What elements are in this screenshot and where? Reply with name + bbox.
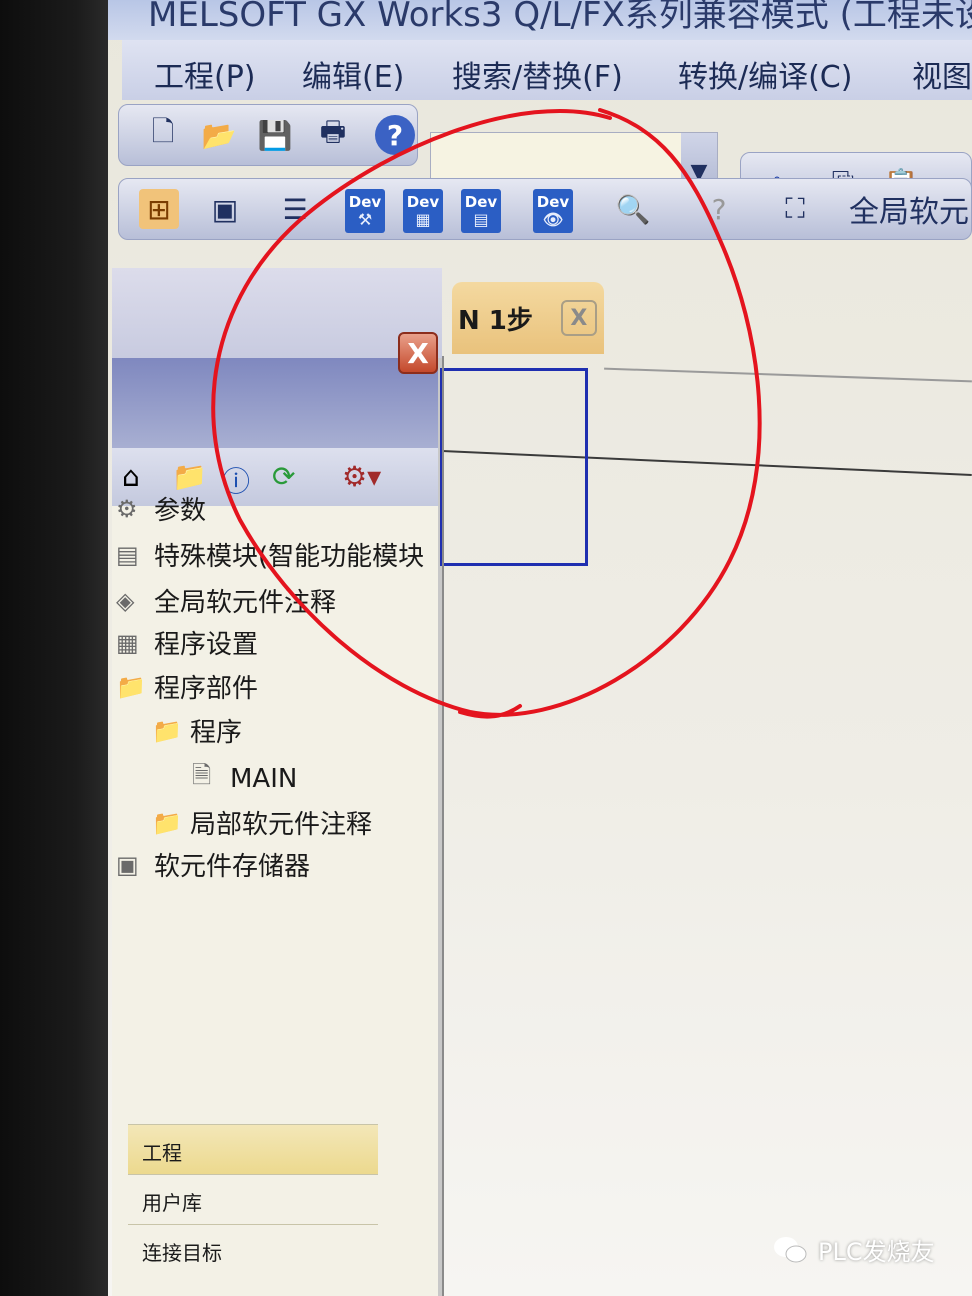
info-icon[interactable]: ⓘ xyxy=(222,460,250,500)
tab-user-library[interactable]: 用户库 xyxy=(128,1174,378,1224)
module-icon: ▤ xyxy=(116,540,139,569)
menu-view[interactable]: 视图 xyxy=(912,52,972,96)
menu-convert-compile[interactable]: 转换/编译(C) xyxy=(678,52,852,96)
tree-item-program-setting[interactable]: ▦ 程序设置 xyxy=(116,624,258,661)
navigation-panel: X ⌂ 📁 ⓘ ⟳ ⚙▾ ⚙ 参数 ▤ 特殊模块(智能功能模块 ◈ 全局软元件注释 ▦… xyxy=(112,268,442,1296)
refresh-icon[interactable]: ⟳ xyxy=(272,460,295,493)
menu-project[interactable]: 工程(P) xyxy=(154,52,256,96)
tab-main-program[interactable]: N 1步 X xyxy=(452,282,604,354)
memory-icon: ▣ xyxy=(116,850,139,879)
program-file-icon: 🗎 xyxy=(192,761,212,789)
tab-project[interactable]: 工程 xyxy=(128,1124,378,1174)
tree-item-program-parts[interactable]: 📁 程序部件 xyxy=(116,668,258,705)
setting-icon: ▦ xyxy=(116,628,139,657)
tree-item-special-module[interactable]: ▤ 特殊模块(智能功能模块 xyxy=(116,536,424,573)
cpu-module-icon[interactable]: ▣ xyxy=(205,189,245,229)
device-monitor-icon[interactable]: Dev ▦ xyxy=(403,189,443,233)
close-icon[interactable]: X xyxy=(560,300,597,336)
navigation-title-strip xyxy=(112,358,438,448)
window-title: MELSOFT GX Works3 Q/L/FX系列兼容模式 (工程未设 xyxy=(108,0,972,40)
home-icon[interactable]: ⌂ xyxy=(122,460,140,493)
save-icon[interactable]: 💾 xyxy=(255,115,295,155)
ladder-cursor[interactable] xyxy=(440,368,588,566)
help-icon[interactable]: ? xyxy=(375,115,415,155)
comment-icon: ◈ xyxy=(116,586,135,615)
new-file-icon[interactable]: 🗋 xyxy=(143,115,183,155)
menu-bar: 工程(P) 编辑(E) 搜索/替换(F) 转换/编译(C) 视图 xyxy=(122,40,972,100)
standard-toolbar: 🗋 📂 💾 🖶 ? xyxy=(118,104,418,166)
navigation-tabs: 工程 用户库 连接目标 xyxy=(128,1124,378,1274)
monitor-bezel xyxy=(0,0,108,1296)
parameter-icon: ⚙ xyxy=(116,494,138,523)
device-batch-icon[interactable]: Dev ⚒ xyxy=(345,189,385,233)
print-icon[interactable]: 🖶 xyxy=(313,115,353,155)
navigation-header xyxy=(112,268,442,358)
global-device-comment-button[interactable]: 全局软元 xyxy=(849,189,969,230)
close-icon[interactable]: X xyxy=(398,332,438,374)
device-memory-icon[interactable]: Dev ▤ xyxy=(461,189,501,233)
project-tree-icon[interactable]: ⊞ xyxy=(139,189,179,229)
tree-item-local-comment[interactable]: 📁 局部软元件注释 xyxy=(152,804,372,841)
device-watch-icon[interactable]: Dev 👁 xyxy=(533,189,573,233)
list-view-icon[interactable]: ☰ xyxy=(275,189,315,229)
tree-item-global-comment[interactable]: ◈ 全局软元件注释 xyxy=(116,582,336,619)
wechat-icon xyxy=(774,1236,807,1262)
filter-icon[interactable]: ⚙▾ xyxy=(342,460,381,493)
tab-connection-destination[interactable]: 连接目标 xyxy=(128,1224,378,1274)
open-folder-icon[interactable]: 📂 xyxy=(199,115,239,155)
folder-icon: 📁 xyxy=(116,672,146,701)
tree-item-device-memory[interactable]: ▣ 软元件存储器 xyxy=(116,846,310,883)
diagnostics-icon[interactable]: ? xyxy=(699,189,739,229)
tree-item-program[interactable]: 📁 程序 xyxy=(152,712,242,749)
cross-reference-icon[interactable]: 🔍 xyxy=(613,189,653,229)
menu-edit[interactable]: 编辑(E) xyxy=(302,52,404,96)
editor-frame-line xyxy=(604,367,972,383)
binoculars-icon[interactable]: ⛶ xyxy=(775,189,815,229)
screen: MELSOFT GX Works3 Q/L/FX系列兼容模式 (工程未设 工程(… xyxy=(108,0,972,1296)
device-toolbar: ⊞ ▣ ☰ Dev ⚒ Dev ▦ Dev ▤ Dev 👁 🔍 ? ⛶ 全局软元 xyxy=(118,178,972,240)
folder-icon[interactable]: 📁 xyxy=(172,460,207,493)
folder-icon: 📁 xyxy=(152,808,182,837)
tree-item-main[interactable]: 🗎 MAIN xyxy=(192,758,297,799)
menu-search-replace[interactable]: 搜索/替换(F) xyxy=(452,52,623,96)
tree-item-parameters[interactable]: ⚙ 参数 xyxy=(116,490,206,527)
watermark: PLC发烧友 xyxy=(772,1232,935,1267)
ladder-left-rail xyxy=(442,356,444,1296)
folder-icon: 📁 xyxy=(152,716,182,745)
